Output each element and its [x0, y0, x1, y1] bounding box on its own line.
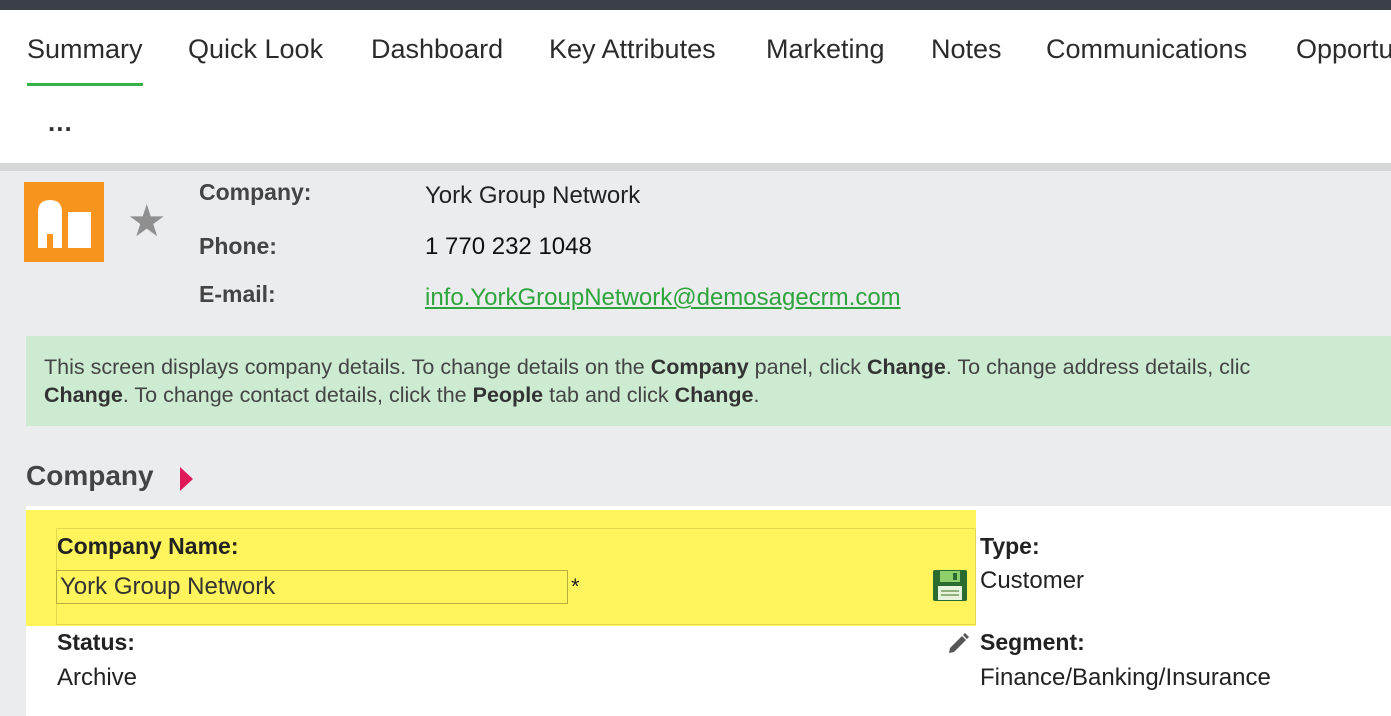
tab-bar: Summary Quick Look Dashboard Key Attribu… [0, 10, 1391, 90]
type-label: Type: [980, 533, 1040, 559]
tab-communications[interactable]: Communications [1046, 34, 1247, 65]
company-name-label: Company Name: [57, 533, 239, 559]
email-label: E-mail: [199, 281, 276, 307]
email-link[interactable]: info.YorkGroupNetwork@demosagecrm.com [425, 284, 901, 312]
tab-quick-look[interactable]: Quick Look [188, 34, 323, 65]
required-marker: * [571, 574, 580, 599]
status-value: Archive [57, 664, 138, 691]
segment-label: Segment: [980, 629, 1085, 655]
tab-notes[interactable]: Notes [931, 34, 1002, 65]
phone-label: Phone: [199, 233, 277, 259]
company-value: York Group Network [425, 182, 641, 209]
info-line-1: This screen displays company details. To… [44, 355, 1251, 379]
segment-value: Finance/Banking/Insurance [980, 664, 1271, 691]
pencil-icon[interactable] [946, 632, 970, 656]
tab-opportunities[interactable]: Opportu [1296, 34, 1391, 65]
tab-marketing[interactable]: Marketing [766, 34, 885, 65]
phone-value: 1 770 232 1048 [425, 233, 592, 260]
company-label: Company: [199, 179, 312, 205]
info-banner: This screen displays company details. To… [26, 336, 1391, 426]
floppy-disk-icon[interactable] [932, 569, 968, 602]
tab-summary[interactable]: Summary [27, 34, 143, 86]
info-line-2: Change. To change contact details, click… [44, 383, 760, 407]
tab-dashboard[interactable]: Dashboard [371, 34, 503, 65]
company-panel-title: Company [26, 460, 154, 491]
status-label: Status: [57, 629, 135, 655]
top-bar [0, 0, 1391, 10]
company-name-input[interactable] [56, 570, 568, 604]
tab-key-attributes[interactable]: Key Attributes [549, 34, 716, 65]
more-tabs-button[interactable]: ... [48, 109, 73, 135]
star-icon[interactable]: ★ [127, 198, 166, 246]
caret-right-icon[interactable] [180, 467, 193, 491]
company-building-icon [24, 182, 104, 262]
type-value: Customer [980, 567, 1085, 594]
header-divider [0, 163, 1391, 171]
